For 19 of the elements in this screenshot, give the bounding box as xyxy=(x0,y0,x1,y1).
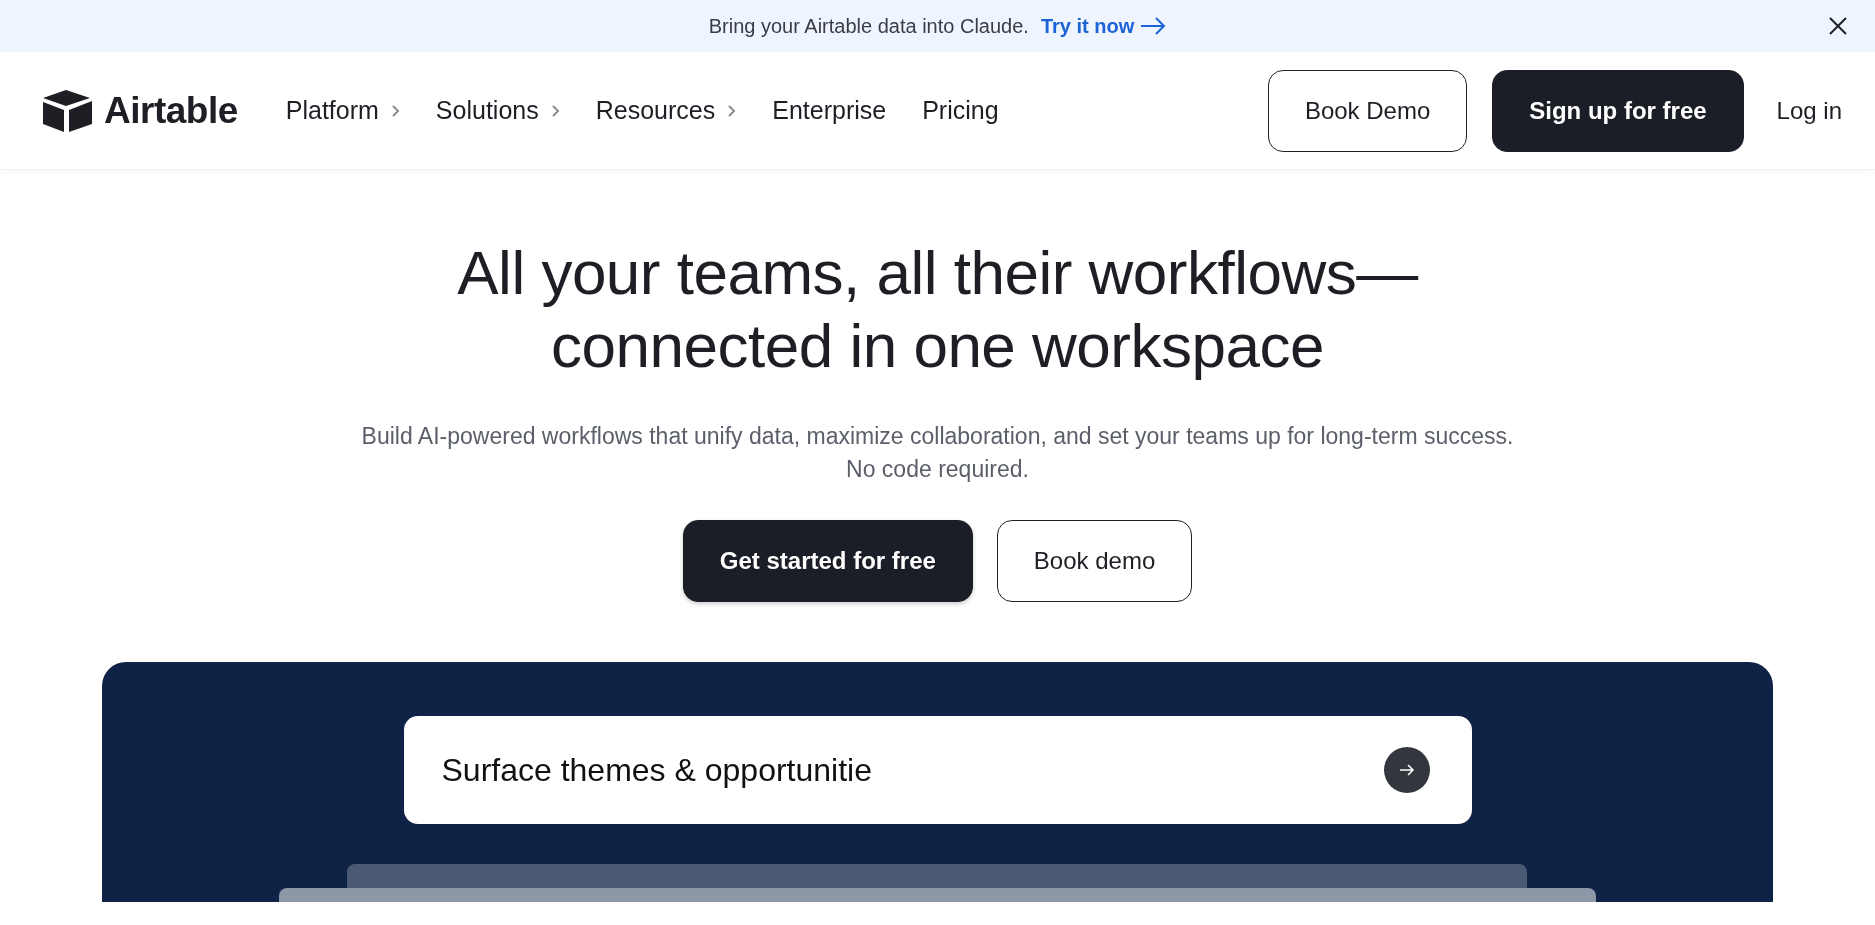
book-demo-button[interactable]: Book demo xyxy=(996,520,1193,602)
nav-link[interactable]: Platform xyxy=(285,96,400,125)
nav-link[interactable]: Solutions xyxy=(435,96,560,125)
try-it-now-link[interactable]: Try it now xyxy=(1040,14,1167,38)
book-demo-button[interactable]: Book Demo xyxy=(1267,69,1468,152)
nav-link[interactable]: Resources xyxy=(595,96,737,125)
hero-headline: All your teams, all their workflows— connected in one workspace xyxy=(457,237,1418,382)
prompt-text: Surface themes & opportunitie xyxy=(441,751,872,789)
arrow-right-icon xyxy=(1398,764,1415,776)
log-in-link[interactable]: Log in xyxy=(1768,69,1850,152)
sign-up-button[interactable]: Sign up for free xyxy=(1492,69,1744,152)
get-started-button[interactable]: Get started for free xyxy=(682,520,973,602)
nav-link[interactable]: Enterprise xyxy=(772,96,887,125)
airtable-logo[interactable]: Airtable xyxy=(42,88,238,133)
nav-link[interactable]: Pricing xyxy=(922,96,999,125)
banner-text: Bring your Airtable data into Claude. xyxy=(708,14,1029,38)
hero-subtitle: Build AI-powered workflows that unify data, maximize collaboration, and set your teams up for long-term success. No code required. xyxy=(360,422,1515,484)
submit-button[interactable] xyxy=(1383,747,1430,793)
arrow-right-icon xyxy=(1140,17,1167,35)
